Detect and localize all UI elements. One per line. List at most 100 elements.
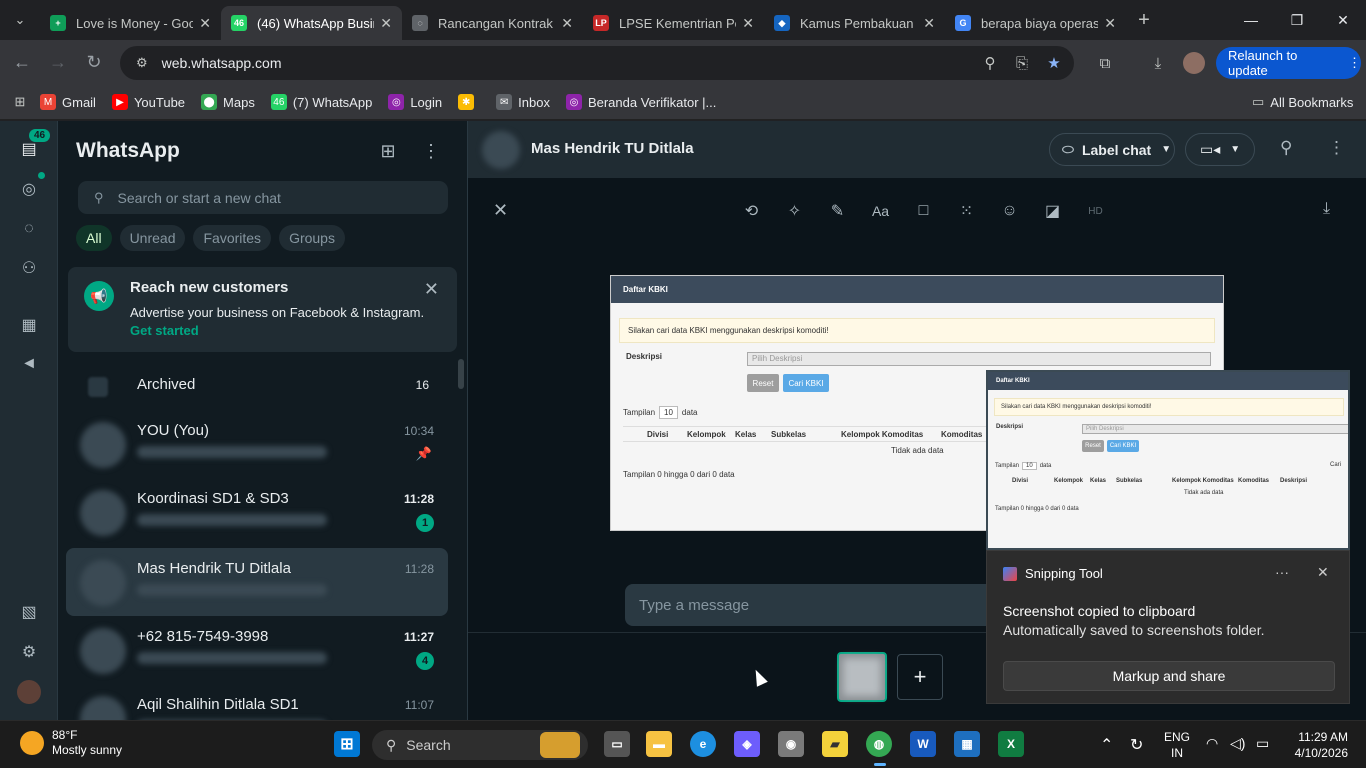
- file-explorer-icon[interactable]: ▬: [646, 731, 672, 757]
- pencil-icon[interactable]: ✎: [816, 200, 859, 222]
- chrome-icon[interactable]: ◍: [866, 731, 892, 757]
- site-info-icon[interactable]: ⚙: [136, 55, 148, 71]
- menu-dots-icon[interactable]: ⋮: [419, 139, 443, 163]
- reload-button[interactable]: ↻: [76, 45, 112, 81]
- catalog-icon[interactable]: ▦: [17, 313, 41, 337]
- excel-icon[interactable]: X: [998, 731, 1024, 757]
- chat-list-item[interactable]: YOU (You) 10:34 📌: [66, 410, 448, 478]
- bookmark-item[interactable]: ⬤ Maps: [201, 94, 255, 110]
- filter-chip[interactable]: Favorites: [193, 225, 272, 251]
- edge-icon[interactable]: e: [690, 731, 716, 757]
- close-tab-icon[interactable]: ✕: [742, 15, 754, 32]
- scrollbar[interactable]: [458, 359, 464, 389]
- browser-tab[interactable]: ◌ Rancangan Kontrak Pe ✕: [402, 6, 583, 40]
- clock[interactable]: 11:29 AM 4/10/2026: [1290, 729, 1348, 761]
- chat-list-item[interactable]: +62 815-7549-3998 11:27 4: [66, 616, 448, 684]
- chat-list-item[interactable]: Aqil Shalihin Ditlala SD1 11:07: [66, 684, 448, 720]
- bookmark-item[interactable]: M Gmail: [40, 94, 96, 110]
- install-app-icon[interactable]: ⎘: [1011, 52, 1033, 74]
- deskripsi-select[interactable]: Pilih Deskripsi: [747, 352, 1211, 366]
- profile-avatar[interactable]: [17, 680, 41, 704]
- menu-dots-icon[interactable]: ⋮: [1328, 138, 1345, 158]
- start-icon[interactable]: ⊞: [334, 731, 360, 757]
- chat-list-item[interactable]: Mas Hendrik TU Ditlala 11:28: [66, 548, 448, 616]
- bookmark-item[interactable]: ✉ Inbox: [496, 94, 550, 110]
- more-dots-icon[interactable]: ···: [1275, 564, 1289, 580]
- close-icon[interactable]: ✕: [493, 200, 508, 221]
- filter-chip[interactable]: Groups: [279, 225, 345, 251]
- copilot-icon[interactable]: ◈: [734, 731, 760, 757]
- relaunch-button[interactable]: Relaunch to update ⋮: [1216, 47, 1361, 79]
- all-bookmarks-button[interactable]: ▭ All Bookmarks: [1252, 94, 1353, 110]
- crop-rotate-icon[interactable]: ⟲: [730, 200, 773, 222]
- browser-tab[interactable]: + Love is Money - Google ✕: [40, 6, 221, 40]
- shape-icon[interactable]: □: [902, 200, 945, 222]
- media-icon[interactable]: ▧: [17, 600, 41, 624]
- media-thumbnail[interactable]: [837, 652, 887, 702]
- close-tab-icon[interactable]: ✕: [561, 15, 573, 32]
- close-icon[interactable]: ✕: [424, 279, 439, 300]
- close-icon[interactable]: ✕: [1317, 564, 1329, 581]
- extensions-icon[interactable]: ⧉: [1094, 52, 1116, 74]
- sticker-icon[interactable]: ◪: [1031, 200, 1074, 222]
- close-window-button[interactable]: ✕: [1320, 0, 1366, 40]
- close-tab-icon[interactable]: ✕: [199, 15, 211, 32]
- browser-tab[interactable]: Gberapa biaya operasi ✕: [945, 6, 1126, 40]
- restore-button[interactable]: ❐: [1274, 0, 1320, 40]
- calculator-icon[interactable]: ▦: [954, 731, 980, 757]
- status-icon[interactable]: ◎: [17, 177, 41, 201]
- markup-share-button[interactable]: Markup and share: [1003, 661, 1335, 691]
- profile-avatar[interactable]: [1183, 52, 1205, 74]
- downloads-icon[interactable]: ⤓: [1147, 52, 1169, 74]
- archived-row[interactable]: Archived 16: [58, 369, 458, 405]
- settings-gear-icon[interactable]: ⚙: [17, 640, 41, 664]
- channels-icon[interactable]: ◌: [17, 217, 41, 241]
- hd-icon[interactable]: HD: [1074, 200, 1117, 222]
- column-header[interactable]: Kelompok Komoditas: [837, 430, 937, 439]
- blur-grid-icon[interactable]: ⁙: [945, 200, 988, 222]
- snip-preview[interactable]: Daftar KBKI Silakan cari data KBKI mengg…: [986, 370, 1350, 550]
- magic-wand-icon[interactable]: ✧: [773, 200, 816, 222]
- promo-link[interactable]: Get started: [130, 323, 199, 338]
- chat-search-input[interactable]: ⚲ Search or start a new chat: [78, 181, 448, 214]
- column-header[interactable]: Subkelas: [767, 430, 837, 439]
- task-view-icon[interactable]: ▭: [604, 731, 630, 757]
- bookmark-item[interactable]: ✱: [458, 94, 480, 110]
- communities-icon[interactable]: ⚇: [17, 256, 41, 280]
- contact-avatar[interactable]: [482, 131, 520, 169]
- camera-icon[interactable]: ◉: [778, 731, 804, 757]
- emoji-icon[interactable]: ☺: [988, 200, 1031, 222]
- bookmark-item[interactable]: ◎ Beranda Verifikator |...: [565, 94, 716, 110]
- minimize-button[interactable]: —: [1228, 0, 1274, 40]
- zoom-icon[interactable]: ⚲: [979, 52, 1001, 74]
- browser-tab[interactable]: 46 (46) WhatsApp Business ✕: [221, 6, 402, 40]
- close-tab-icon[interactable]: ✕: [923, 15, 935, 32]
- search-icon[interactable]: ⚲: [1280, 138, 1292, 158]
- battery-icon[interactable]: ▭: [1256, 735, 1269, 752]
- wifi-icon[interactable]: ◠: [1206, 735, 1218, 752]
- back-button[interactable]: ←: [4, 45, 40, 81]
- taskbar-search[interactable]: ⚲ Search: [372, 730, 588, 760]
- bookmark-item[interactable]: ▶ YouTube: [111, 94, 185, 110]
- column-header[interactable]: Kelompok: [683, 430, 731, 439]
- column-header[interactable]: Divisi: [623, 430, 683, 439]
- add-media-button[interactable]: +: [897, 654, 943, 700]
- apps-grid-icon[interactable]: ⊞: [0, 94, 40, 110]
- bookmark-item[interactable]: 46 (7) WhatsApp: [270, 94, 372, 110]
- download-icon[interactable]: ⤓: [1323, 200, 1330, 218]
- address-bar[interactable]: ⚙ web.whatsapp.com: [120, 46, 1074, 80]
- chat-list-item[interactable]: Koordinasi SD1 & SD3 11:28 1: [66, 478, 448, 546]
- word-icon[interactable]: W: [910, 731, 936, 757]
- new-chat-icon[interactable]: ⊞: [376, 139, 400, 163]
- language-indicator[interactable]: ENG IN: [1163, 729, 1191, 761]
- browser-tab[interactable]: LP LPSE Kementrian Perh ✕: [583, 6, 764, 40]
- close-tab-icon[interactable]: ✕: [1104, 15, 1116, 32]
- contact-name[interactable]: Mas Hendrik TU Ditlala: [531, 140, 694, 157]
- bookmark-item[interactable]: ◎ Login: [388, 94, 442, 110]
- browser-tab[interactable]: ◆ Kamus Pembakuan St ✕: [764, 6, 945, 40]
- video-call-button[interactable]: ▭◂ ▼: [1185, 133, 1255, 166]
- new-tab-button[interactable]: +: [1126, 9, 1162, 32]
- column-header[interactable]: Kelas: [731, 430, 767, 439]
- cari-kbki-button[interactable]: Cari KBKI: [783, 374, 829, 392]
- update-icon[interactable]: ↻: [1130, 735, 1143, 755]
